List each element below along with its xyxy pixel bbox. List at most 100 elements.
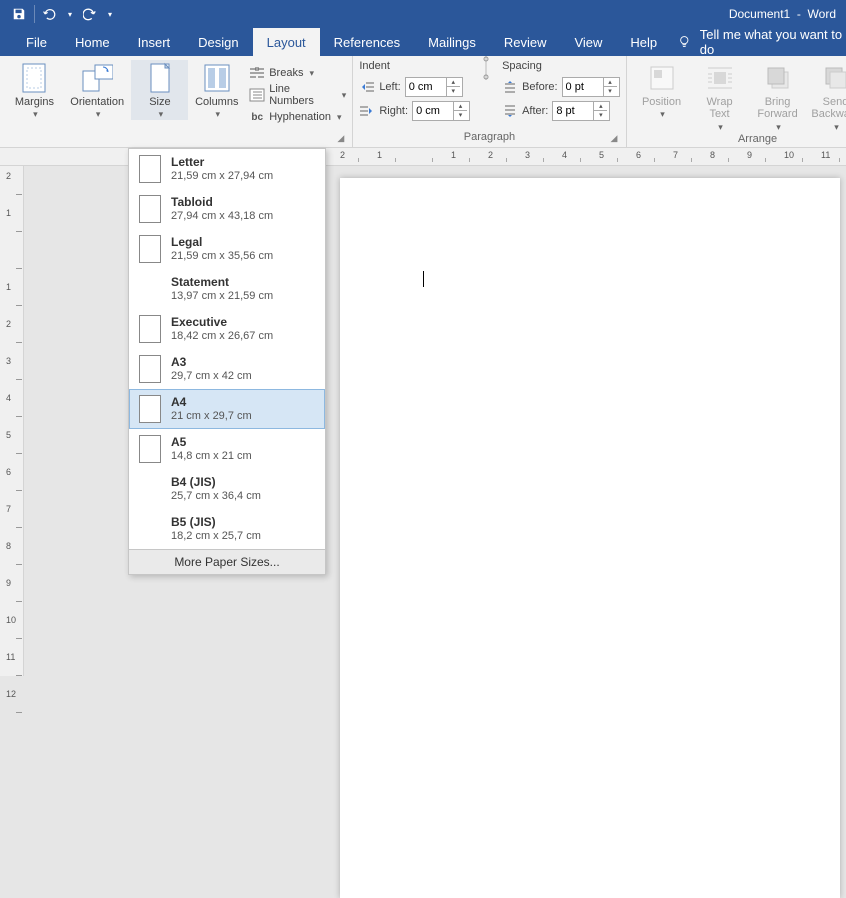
paragraph-launcher[interactable]: ◢ <box>611 133 623 145</box>
more-paper-sizes[interactable]: More Paper Sizes... <box>129 549 325 574</box>
tab-file[interactable]: File <box>12 28 61 56</box>
size-name: Legal <box>171 235 273 249</box>
qat-customize-button[interactable]: ▾ <box>103 1 117 27</box>
size-option-legal[interactable]: Legal21,59 cm x 35,56 cm <box>129 229 325 269</box>
size-button[interactable]: Size▾ <box>131 60 188 120</box>
indent-left-icon <box>359 80 375 94</box>
group-paragraph: Indent Left: ▴▾ Right: ▴▾ Spacing <box>353 56 626 147</box>
undo-button[interactable] <box>37 1 63 27</box>
indent-label: Indent <box>359 60 470 74</box>
tab-home[interactable]: Home <box>61 28 124 56</box>
spinner-up[interactable]: ▴ <box>454 102 467 111</box>
page-thumb-icon <box>139 435 161 463</box>
page-thumb-icon <box>139 235 161 263</box>
line-numbers-button[interactable]: Line Numbers▾ <box>249 84 346 106</box>
spinner-down[interactable]: ▾ <box>454 111 467 120</box>
save-button[interactable] <box>6 1 32 27</box>
spacing-after-icon <box>502 104 518 118</box>
size-dimensions: 18,42 cm x 26,67 cm <box>171 329 273 343</box>
spinner-up[interactable]: ▴ <box>447 78 460 87</box>
tab-mailings[interactable]: Mailings <box>414 28 490 56</box>
spinner-down[interactable]: ▾ <box>604 87 617 96</box>
ribbon: Margins▾ Orientation▾ Size▾ Columns▾ Bre… <box>0 56 846 148</box>
tab-insert[interactable]: Insert <box>124 28 185 56</box>
indent-right-input[interactable]: ▴▾ <box>412 101 470 121</box>
tell-me-search[interactable]: Tell me what you want to do <box>677 28 846 56</box>
send-backward-icon <box>822 64 846 92</box>
breaks-icon <box>249 65 265 81</box>
size-option-a4[interactable]: A421 cm x 29,7 cm <box>129 389 325 429</box>
tab-layout[interactable]: Layout <box>253 28 320 56</box>
size-option-tabloid[interactable]: Tabloid27,94 cm x 43,18 cm <box>129 189 325 229</box>
page-thumb-icon <box>139 275 161 303</box>
hyphenation-button[interactable]: bc Hyphenation▾ <box>249 106 346 128</box>
spinner-up[interactable]: ▴ <box>604 78 617 87</box>
window-title: Document1 - Word <box>729 7 836 21</box>
page-thumb-icon <box>139 395 161 423</box>
size-dimensions: 27,94 cm x 43,18 cm <box>171 209 273 223</box>
hyphenation-icon: bc <box>249 109 265 125</box>
position-button: Position▾ <box>633 60 691 120</box>
size-dimensions: 21 cm x 29,7 cm <box>171 409 252 423</box>
tab-design[interactable]: Design <box>184 28 252 56</box>
margins-icon <box>20 62 48 94</box>
size-name: A3 <box>171 355 252 369</box>
bring-forward-icon <box>764 64 792 92</box>
page[interactable] <box>340 178 840 898</box>
size-name: B5 (JIS) <box>171 515 261 529</box>
spinner-up[interactable]: ▴ <box>594 102 607 111</box>
redo-button[interactable] <box>77 1 103 27</box>
size-name: Tabloid <box>171 195 273 209</box>
size-option-a5[interactable]: A514,8 cm x 21 cm <box>129 429 325 469</box>
undo-icon <box>42 7 58 21</box>
margins-button[interactable]: Margins▾ <box>6 60 63 120</box>
document-area: L 211234567891011 21123456789101112 Lett… <box>0 148 846 676</box>
lightbulb-icon <box>677 34 692 50</box>
size-name: A5 <box>171 435 252 449</box>
size-dimensions: 14,8 cm x 21 cm <box>171 449 252 463</box>
breaks-button[interactable]: Breaks▾ <box>249 62 346 84</box>
wrap-text-button: Wrap Text▾ <box>691 60 749 133</box>
size-option-letter[interactable]: Letter21,59 cm x 27,94 cm <box>129 149 325 189</box>
title-bar: ▾ ▾ Document1 - Word <box>0 0 846 28</box>
tab-review[interactable]: Review <box>490 28 561 56</box>
size-name: A4 <box>171 395 252 409</box>
size-option-executive[interactable]: Executive18,42 cm x 26,67 cm <box>129 309 325 349</box>
tab-view[interactable]: View <box>560 28 616 56</box>
columns-button[interactable]: Columns▾ <box>188 60 245 120</box>
spacing-before-input[interactable]: ▴▾ <box>562 77 620 97</box>
send-backward-button: Send Backward▾ <box>807 60 846 133</box>
size-icon <box>148 62 172 94</box>
size-name: Letter <box>171 155 273 169</box>
group-label: Paragraph <box>359 131 619 147</box>
tab-help[interactable]: Help <box>616 28 671 56</box>
size-dimensions: 21,59 cm x 27,94 cm <box>171 169 273 183</box>
spinner-down[interactable]: ▾ <box>447 87 460 96</box>
right-label: Right: <box>379 105 408 117</box>
redo-icon <box>83 7 97 21</box>
text-cursor <box>423 271 424 287</box>
vertical-ruler[interactable]: 21123456789101112 <box>0 166 24 676</box>
group-label <box>6 131 346 147</box>
page-setup-launcher[interactable]: ◢ <box>337 133 349 145</box>
tab-references[interactable]: References <box>320 28 414 56</box>
size-option-b5-jis-[interactable]: B5 (JIS)18,2 cm x 25,7 cm <box>129 509 325 549</box>
orientation-button[interactable]: Orientation▾ <box>63 60 132 120</box>
size-option-b4-jis-[interactable]: B4 (JIS)25,7 cm x 36,4 cm <box>129 469 325 509</box>
indent-left-input[interactable]: ▴▾ <box>405 77 463 97</box>
spacing-label: Spacing <box>502 60 619 74</box>
save-icon <box>12 7 26 21</box>
group-label: Arrange <box>633 133 846 147</box>
position-icon <box>648 64 676 92</box>
spinner-down[interactable]: ▾ <box>594 111 607 120</box>
page-thumb-icon <box>139 355 161 383</box>
line-numbers-icon <box>249 87 265 103</box>
undo-more-button[interactable]: ▾ <box>63 1 77 27</box>
page-thumb-icon <box>139 475 161 503</box>
spacing-before-icon <box>502 80 518 94</box>
spacing-after-input[interactable]: ▴▾ <box>552 101 610 121</box>
size-name: Statement <box>171 275 273 289</box>
size-option-statement[interactable]: Statement13,97 cm x 21,59 cm <box>129 269 325 309</box>
page-thumb-icon <box>139 195 161 223</box>
size-option-a3[interactable]: A329,7 cm x 42 cm <box>129 349 325 389</box>
